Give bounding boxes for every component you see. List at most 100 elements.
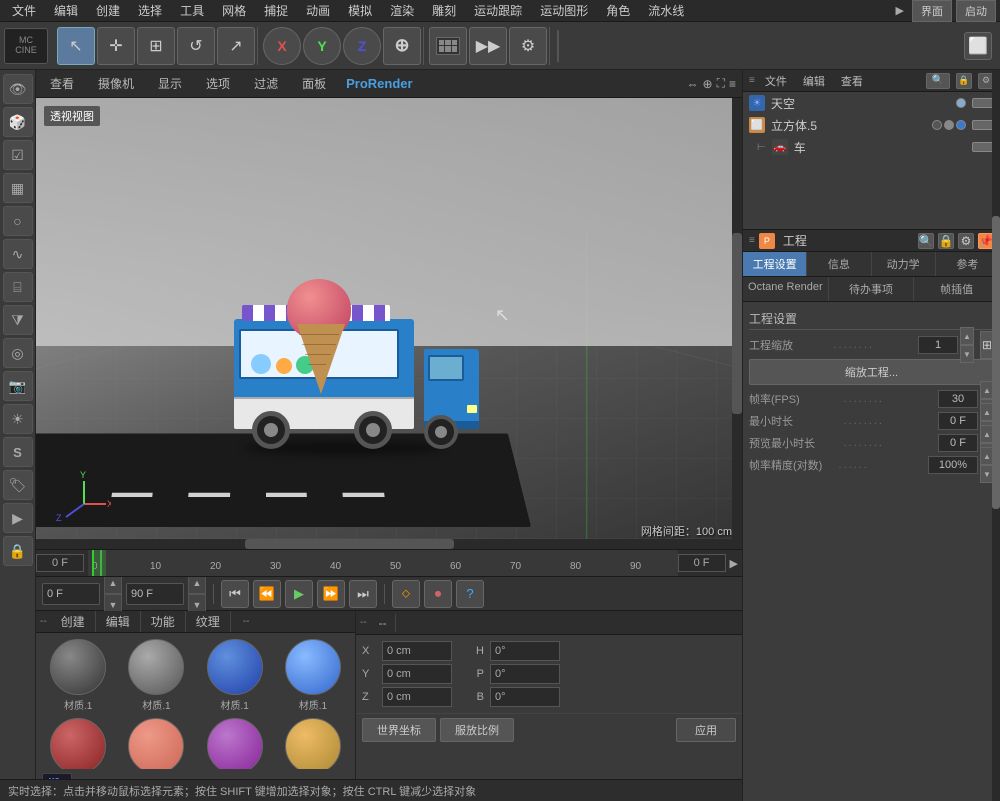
pb-play-btn[interactable]: ▶ [285,580,313,608]
vp-display-btn[interactable]: 显示 [150,73,190,94]
material-item-7[interactable]: 材质.1 [197,716,273,769]
coord-b-input[interactable] [490,687,560,707]
attr-scale-input[interactable] [918,336,958,354]
menu-character[interactable]: 角色 [598,0,638,21]
right-panel-scrollbar[interactable] [992,70,1000,801]
menu-motiongraph[interactable]: 运动图形 [532,0,596,21]
menu-animate[interactable]: 动画 [298,0,338,21]
sidebar-obj-btn[interactable]: 🎲 [3,107,33,137]
vp-panel-btn[interactable]: 面板 [294,73,334,94]
obj-cube[interactable]: ⬜ 立方体.5 [743,114,1000,136]
sidebar-lock-btn[interactable]: 🔒 [3,536,33,566]
scale-tool-btn[interactable]: ⊞ [137,27,175,65]
pb-go-start-btn[interactable]: ⏮ [221,580,249,608]
timeline-ruler[interactable]: 0 10 20 30 40 50 60 70 80 90 [88,550,678,576]
render-settings-btn[interactable]: ⚙ [509,27,547,65]
menu-mesh[interactable]: 网格 [214,0,254,21]
menu-simulate[interactable]: 模拟 [340,0,380,21]
attr-gear-btn[interactable]: ⚙ [958,233,974,249]
select-tool-btn[interactable]: ↖ [57,27,95,65]
obj-file-btn[interactable]: 文件 [759,72,793,90]
render-btn[interactable] [429,27,467,65]
attr-tab-todo[interactable]: 待办事项 [829,277,915,301]
attr-scale-down[interactable]: ▼ [960,345,974,363]
sidebar-grid-btn[interactable]: ▦ [3,173,33,203]
scale-btn[interactable]: 服放比例 [440,718,514,742]
menu-edit[interactable]: 编辑 [46,0,86,21]
obj-view-btn[interactable]: 查看 [835,72,869,90]
material-item-4[interactable]: 材质.1 [275,637,351,714]
material-item-8[interactable]: 材质.1 [275,716,351,769]
pb-record-btn[interactable]: ⏺ [424,580,452,608]
corner1-btn[interactable]: ⬜ [964,32,992,60]
coord-p-input[interactable] [490,664,560,684]
coord-z-input[interactable] [382,687,452,707]
attr-tab-dynamics[interactable]: 动力学 [872,252,936,276]
pb-end-field[interactable]: 90 F [126,583,184,605]
attr-tab-frames[interactable]: 帧插值 [914,277,1000,301]
viewport-scroll-thumb-v[interactable] [732,233,742,413]
mat-tab-create[interactable]: 创建 [51,611,96,632]
vp-menu-icon[interactable]: ≡ [729,77,736,91]
sidebar-s-btn[interactable]: S [3,437,33,467]
mat-tab-edit[interactable]: 编辑 [96,611,141,632]
w-axis-btn[interactable]: ⊕ [383,27,421,65]
3d-viewport[interactable]: ↖ X Y Z 网格间距：100 cm [36,98,742,549]
obj-car[interactable]: ⊢ 🚗 车 [743,136,1000,158]
right-panel-scroll-thumb[interactable] [992,216,1000,508]
attr-tab-ref[interactable]: 参考 [936,252,1000,276]
sidebar-anim-btn[interactable]: ▶ [3,503,33,533]
material-item-3[interactable]: 材质.1 [197,637,273,714]
startup-btn[interactable]: 启动 [956,0,996,22]
attr-scale-up[interactable]: ▲ [960,327,974,345]
sidebar-circle-btn[interactable]: ○ [3,206,33,236]
transform-tool-btn[interactable]: ↗ [217,27,255,65]
vp-filter-btn[interactable]: 过滤 [246,73,286,94]
material-item-5[interactable]: 材质.1 [40,716,116,769]
vp-move-icon[interactable]: ⇔ [687,77,699,91]
coord-x-input[interactable] [382,641,452,661]
material-item-2[interactable]: 材质.1 [118,637,194,714]
vp-camera-btn[interactable]: 摄像机 [90,73,142,94]
interface-btn[interactable]: 界面 [912,0,952,22]
z-axis-btn[interactable]: Z [343,27,381,65]
coord-y-input[interactable] [382,664,452,684]
pb-start-field[interactable]: 0 F [42,583,100,605]
attr-lock-btn[interactable]: 🔒 [938,233,954,249]
menu-render[interactable]: 渲染 [382,0,422,21]
tl-start-frame[interactable]: 0 F [36,554,84,572]
menu-sculpt[interactable]: 雕刻 [424,0,464,21]
props-mode-btn[interactable]: -- [371,614,396,632]
sidebar-env-btn[interactable]: ◎ [3,338,33,368]
obj-edit-btn[interactable]: 编辑 [797,72,831,90]
tl-end-frame[interactable]: 0 F [678,554,726,572]
menu-file[interactable]: 文件 [4,0,44,21]
pb-keyframe-btn[interactable]: ⬦ [392,580,420,608]
move-tool-btn[interactable]: ✛ [97,27,135,65]
pb-go-end-btn[interactable]: ⏭ [349,580,377,608]
menu-create[interactable]: 创建 [88,0,128,21]
x-axis-btn[interactable]: X [263,27,301,65]
pb-help-btn[interactable]: ? [456,580,484,608]
mat-tab-func[interactable]: 功能 [141,611,186,632]
menu-snap[interactable]: 捕捉 [256,0,296,21]
attr-tab-info[interactable]: 信息 [807,252,871,276]
y-axis-btn[interactable]: Y [303,27,341,65]
apply-btn[interactable]: 应用 [676,718,736,742]
material-item-6[interactable]: 材质.1 [118,716,194,769]
sidebar-camera-btn[interactable]: 📷 [3,371,33,401]
coord-h-input[interactable] [490,641,560,661]
viewport-scroll-thumb-h[interactable] [245,539,454,549]
obj-lock-btn[interactable]: 🔒 [956,73,972,89]
obj-search-btn[interactable]: 🔍 [926,73,950,89]
vp-scale-icon[interactable]: ⊕ [703,77,713,91]
attr-search-btn[interactable]: 🔍 [918,233,934,249]
attr-fpsacc-input[interactable] [928,456,978,474]
attr-tab-project[interactable]: 工程设置 [743,252,807,276]
menu-select[interactable]: 选择 [130,0,170,21]
menu-pipeline[interactable]: 流水线 [640,0,692,21]
viewport-scrollbar-h[interactable] [36,539,732,549]
sidebar-view-btn[interactable]: 👁 [3,74,33,104]
obj-sky[interactable]: ☀ 天空 [743,92,1000,114]
world-coords-btn[interactable]: 世界坐标 [362,718,436,742]
